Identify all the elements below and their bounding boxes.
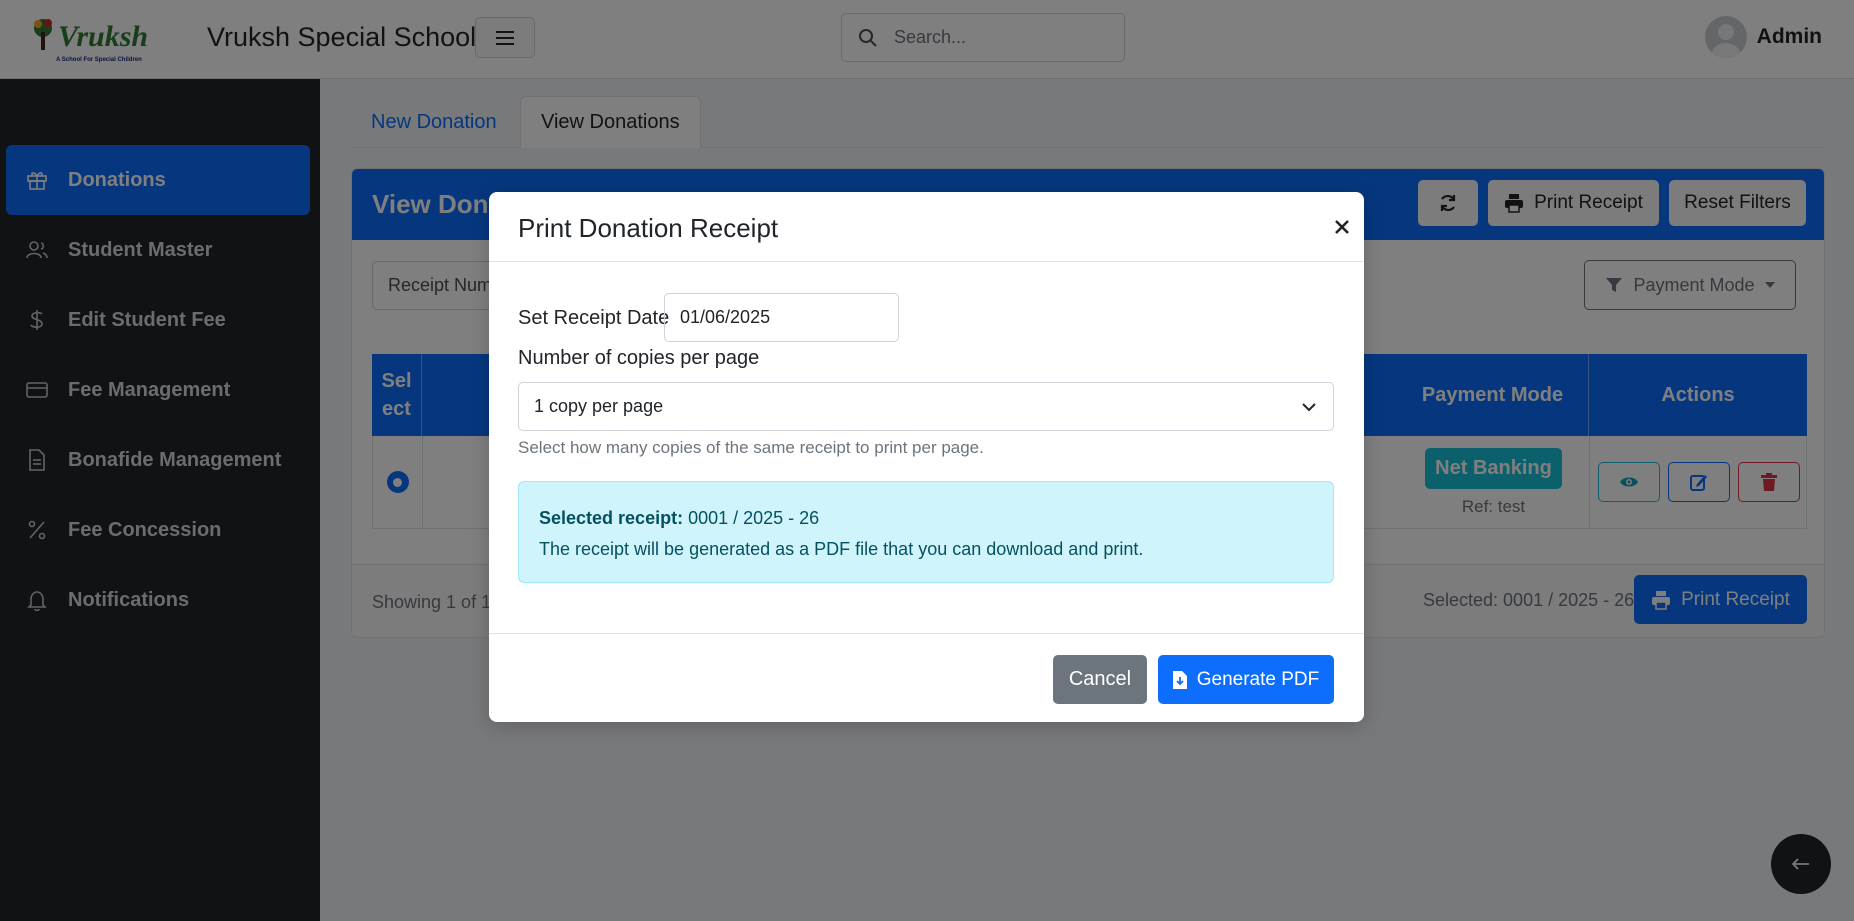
modal-header: Print Donation Receipt <box>489 192 1364 262</box>
copies-selected-value: 1 copy per page <box>534 396 664 416</box>
copies-label: Number of copies per page <box>518 347 760 369</box>
alert-info-text: The receipt will be generated as a PDF f… <box>539 539 1144 559</box>
close-button[interactable] <box>1332 217 1352 237</box>
copies-help-text: Select how many copies of the same recei… <box>518 438 984 457</box>
generate-pdf-button[interactable]: Generate PDF <box>1158 655 1334 704</box>
close-icon <box>1335 220 1349 234</box>
alert-selected-value: 0001 / 2025 - 26 <box>688 508 820 528</box>
file-download-icon <box>1172 670 1187 689</box>
receipt-date-label: Set Receipt Date <box>518 307 670 329</box>
print-receipt-modal: Print Donation Receipt Set Receipt Date … <box>489 192 1364 722</box>
copies-per-page-select[interactable]: 1 copy per page <box>518 382 1334 431</box>
selected-receipt-alert: Selected receipt: 0001 / 2025 - 26 The r… <box>518 481 1334 583</box>
modal-footer: Cancel Generate PDF <box>489 633 1364 722</box>
generate-pdf-label: Generate PDF <box>1196 668 1320 690</box>
cancel-button[interactable]: Cancel <box>1053 655 1147 704</box>
modal-title: Print Donation Receipt <box>518 213 779 243</box>
chevron-down-icon <box>1302 403 1316 412</box>
receipt-date-input[interactable]: 01/06/2025 <box>664 293 899 342</box>
alert-selected-label: Selected receipt: <box>539 508 684 528</box>
